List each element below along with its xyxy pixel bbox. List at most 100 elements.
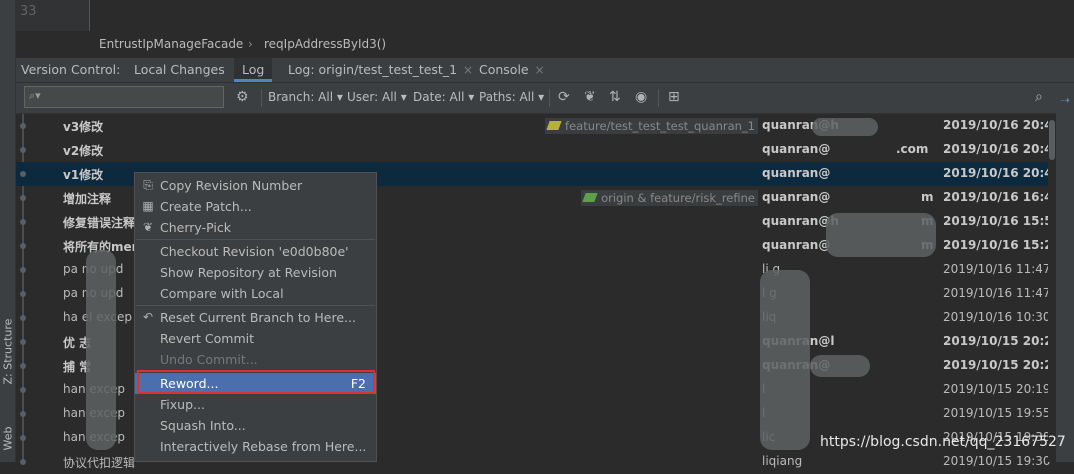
menu-item-squash-into[interactable]: Squash Into... xyxy=(135,415,376,436)
paths-filter[interactable]: Paths: All ▾ xyxy=(479,90,544,104)
breadcrumb-separator: › xyxy=(248,37,253,51)
tab-log[interactable]: Log xyxy=(234,58,273,82)
commit-node-icon xyxy=(20,243,26,249)
menu-item-label: Create Patch... xyxy=(160,199,252,214)
menu-item-cherry-pick[interactable]: ❦ Cherry-Pick xyxy=(135,217,376,238)
context-menu: ⎘ Copy Revision Number ▦ Create Patch... ❦ Ch… xyxy=(134,172,377,462)
commit-node-icon xyxy=(20,435,26,441)
table-row[interactable]: v3修改 feature/test_test_test_quanran_1 quan… xyxy=(16,114,1061,138)
log-toolbar: ⌕▾ ⚙ Branch: All ▾ User: All ▾ Date: All… xyxy=(16,83,1074,114)
commit-date: 2019/10/16 20:46 xyxy=(943,142,1061,156)
tag-icon xyxy=(582,193,598,202)
go-to-hash-icon[interactable]: ⊞ xyxy=(668,89,680,105)
eye-icon[interactable]: ◉ xyxy=(635,89,647,105)
cherry-pick-icon[interactable]: ❦ xyxy=(584,89,596,105)
menu-item-interactively-rebase-from-here[interactable]: Interactively Rebase from Here... xyxy=(135,436,376,457)
search-input[interactable]: ⌕▾ xyxy=(24,86,224,108)
menu-separator xyxy=(136,305,375,306)
commit-date: 2019/10/16 16:44 xyxy=(943,190,1061,204)
user-filter[interactable]: User: All ▾ xyxy=(347,90,407,104)
filter-label: Branch: All xyxy=(268,90,334,104)
commit-author: liqiang xyxy=(762,454,803,468)
expand-collapse-icon[interactable]: ⇅ xyxy=(609,89,621,105)
redaction-blur xyxy=(810,355,870,377)
date-filter[interactable]: Date: All ▾ xyxy=(413,90,474,104)
tab-log-origin[interactable]: Log: origin/test_test_test_1 × xyxy=(288,58,473,82)
commit-node-icon xyxy=(20,459,26,465)
breadcrumb-class[interactable]: EntrustIpManageFacade xyxy=(99,37,243,51)
log-scrollbar[interactable] xyxy=(1048,114,1056,462)
commit-date: 2019/10/15 20:25 xyxy=(943,358,1061,372)
commit-date: 2019/10/15 19:30 xyxy=(943,454,1051,468)
branch-filter[interactable]: Branch: All ▾ xyxy=(268,90,343,104)
commit-node-icon xyxy=(20,411,26,417)
menu-item-reset-current-branch-to-here[interactable]: ↶ Reset Current Branch to Here... xyxy=(135,307,376,328)
patch-icon: ▦ xyxy=(142,199,154,213)
commit-date: 2019/10/16 15:23 xyxy=(943,238,1061,252)
web-tool-button[interactable]: Web xyxy=(2,411,15,467)
commit-author: quanran@ xyxy=(762,238,831,252)
breadcrumb: EntrustIpManageFacade › reqIpAddressById… xyxy=(16,31,1074,59)
menu-item-fixup[interactable]: Fixup... xyxy=(135,394,376,415)
commit-date: 2019/10/16 20:49 xyxy=(943,118,1061,132)
menu-item-label: Squash Into... xyxy=(160,418,246,433)
commit-node-icon xyxy=(20,291,26,297)
filter-label: Date: All xyxy=(413,90,465,104)
menu-item-compare-with-local[interactable]: Compare with Local xyxy=(135,283,376,304)
refresh-icon[interactable]: ⟳ xyxy=(558,89,570,105)
close-icon[interactable]: × xyxy=(535,63,545,77)
editor-area[interactable]: 33 xyxy=(16,0,1074,31)
toolbar-divider xyxy=(261,89,262,107)
structure-tool-button[interactable]: Z: Structure xyxy=(2,319,15,385)
breadcrumb-method[interactable]: reqIpAddressById3() xyxy=(264,37,386,51)
toolbar-divider xyxy=(549,89,550,107)
commit-node-icon xyxy=(20,387,26,393)
menu-item-checkout-revision-e0d0b80e[interactable]: Checkout Revision 'e0d0b80e' xyxy=(135,241,376,262)
close-icon[interactable]: × xyxy=(463,63,473,77)
tab-console[interactable]: Console × xyxy=(479,58,545,82)
redaction-blur xyxy=(760,270,810,450)
menu-item-undo-commit: Undo Commit... xyxy=(135,349,376,370)
menu-item-create-patch[interactable]: ▦ Create Patch... xyxy=(135,196,376,217)
settings-icon[interactable]: ⚙ xyxy=(236,89,249,105)
commit-node-icon xyxy=(20,219,26,225)
pin-icon[interactable]: ➝ xyxy=(1060,93,1070,107)
redaction-blur xyxy=(812,118,878,136)
left-tool-strip: Z: Structure Web xyxy=(0,0,16,462)
scrollbar-thumb[interactable] xyxy=(1049,120,1055,160)
reset-icon: ↶ xyxy=(142,310,154,324)
tab-label: Log xyxy=(242,62,265,77)
commit-node-icon xyxy=(20,195,26,201)
editor-gutter: 33 xyxy=(16,0,90,31)
tab-label: Console xyxy=(479,62,529,77)
branch-label: feature/test_test_test_quanran_1 xyxy=(545,118,758,134)
commit-node-icon xyxy=(20,363,26,369)
commit-node-icon xyxy=(20,171,26,177)
version-control-title: Version Control: xyxy=(21,62,121,77)
menu-item-revert-commit[interactable]: Revert Commit xyxy=(135,328,376,349)
menu-item-label: Reset Current Branch to Here... xyxy=(160,310,356,325)
commit-author: quanran@ xyxy=(762,166,831,180)
commit-author-tail: m xyxy=(921,190,934,204)
commit-date: 2019/10/16 15:58 xyxy=(943,214,1061,228)
search-icon[interactable]: ⌕ xyxy=(1035,89,1043,105)
menu-item-label: Fixup... xyxy=(160,397,205,412)
menu-item-show-repository-at-revision[interactable]: Show Repository at Revision xyxy=(135,262,376,283)
toolbar-divider xyxy=(658,89,659,107)
menu-item-label: Cherry-Pick xyxy=(160,220,231,235)
commit-author: quanran@ xyxy=(762,190,831,204)
menu-item-label: Interactively Rebase from Here... xyxy=(160,439,367,454)
commit-date: 2019/10/16 20:45 xyxy=(943,166,1061,180)
table-row[interactable]: v2修改 quanran@ .com 2019/10/16 20:46 xyxy=(16,138,1061,162)
redaction-blur xyxy=(86,250,116,450)
highlight-outline xyxy=(137,370,375,394)
commit-node-icon xyxy=(20,147,26,153)
commit-subject: 修复错误注释 xyxy=(63,216,136,230)
commit-subject: 协议代扣逻辑 xyxy=(63,456,136,470)
search-icon: ⌕▾ xyxy=(29,89,41,102)
menu-item-copy-revision-number[interactable]: ⎘ Copy Revision Number xyxy=(135,175,376,196)
tab-local-changes[interactable]: Local Changes xyxy=(134,58,225,82)
commit-date: 2019/10/16 11:47 xyxy=(943,262,1051,276)
commit-date: 2019/10/16 11:47 xyxy=(943,286,1051,300)
watermark: https://blog.csdn.net/qq_23167527 xyxy=(820,434,1066,450)
